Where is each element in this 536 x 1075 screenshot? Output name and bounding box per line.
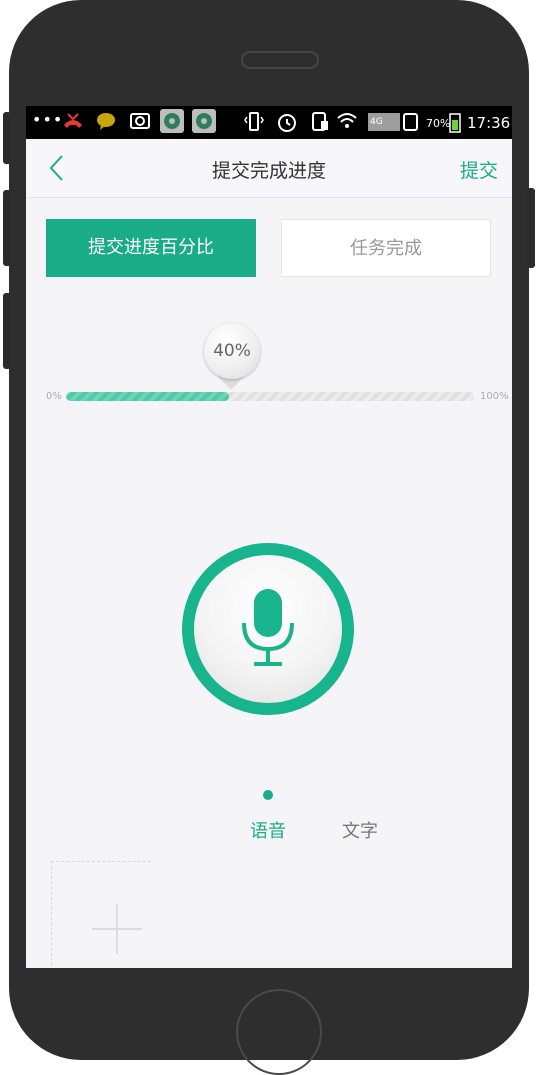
clock: 17:36 (467, 114, 511, 132)
mute-switch (3, 112, 11, 164)
phone-icon (403, 113, 418, 131)
slider-value-bubble[interactable]: 40% (204, 323, 260, 379)
alarm-icon (278, 114, 296, 132)
mode-voice[interactable]: 语音 (250, 817, 286, 843)
speaker-grille (241, 51, 319, 69)
network-type: 4G (370, 117, 383, 127)
microphone-icon (242, 589, 294, 666)
sim-icon (312, 112, 328, 131)
slider-max-label: 100% (480, 391, 509, 402)
power-button (527, 188, 535, 268)
battery-percent: 70% (426, 117, 451, 130)
mode-indicator-dot (263, 790, 273, 800)
wifi-icon (337, 113, 357, 128)
home-button[interactable] (236, 989, 322, 1075)
chat-bubble-icon (97, 113, 115, 130)
overflow-dots: ••• (32, 110, 64, 129)
app-icon (192, 109, 216, 133)
volume-down-button (3, 293, 11, 369)
submit-button[interactable]: 提交 (460, 156, 498, 183)
voice-record-button[interactable] (182, 543, 354, 715)
progress-slider-fill (66, 392, 230, 401)
volume-up-button (3, 190, 11, 266)
tab-task-complete[interactable]: 任务完成 (281, 219, 491, 277)
progress-slider-track[interactable] (66, 392, 474, 401)
screenshot-icon (130, 113, 150, 129)
mode-text[interactable]: 文字 (342, 817, 378, 843)
slider-min-label: 0% (46, 391, 62, 402)
tab-progress-percent[interactable]: 提交进度百分比 (46, 219, 256, 277)
voice-record-button-face (194, 555, 342, 703)
signal-icon: 4G (368, 113, 400, 131)
add-attachment-button[interactable] (51, 861, 151, 968)
page-title: 提交完成进度 (211, 160, 326, 182)
vibrate-icon (244, 112, 264, 131)
missed-call-icon (64, 113, 82, 128)
app-screen: ••• 4G 70% 17:36 提交完成进度 提交 提交进度百分比 任务完成 … (26, 106, 512, 968)
app-icon (160, 109, 184, 133)
battery-icon (449, 113, 461, 133)
status-bar: ••• 4G 70% 17:36 (26, 106, 512, 139)
navigation-bar: 提交完成进度 提交 (26, 139, 512, 198)
plus-icon-vertical (116, 904, 118, 954)
